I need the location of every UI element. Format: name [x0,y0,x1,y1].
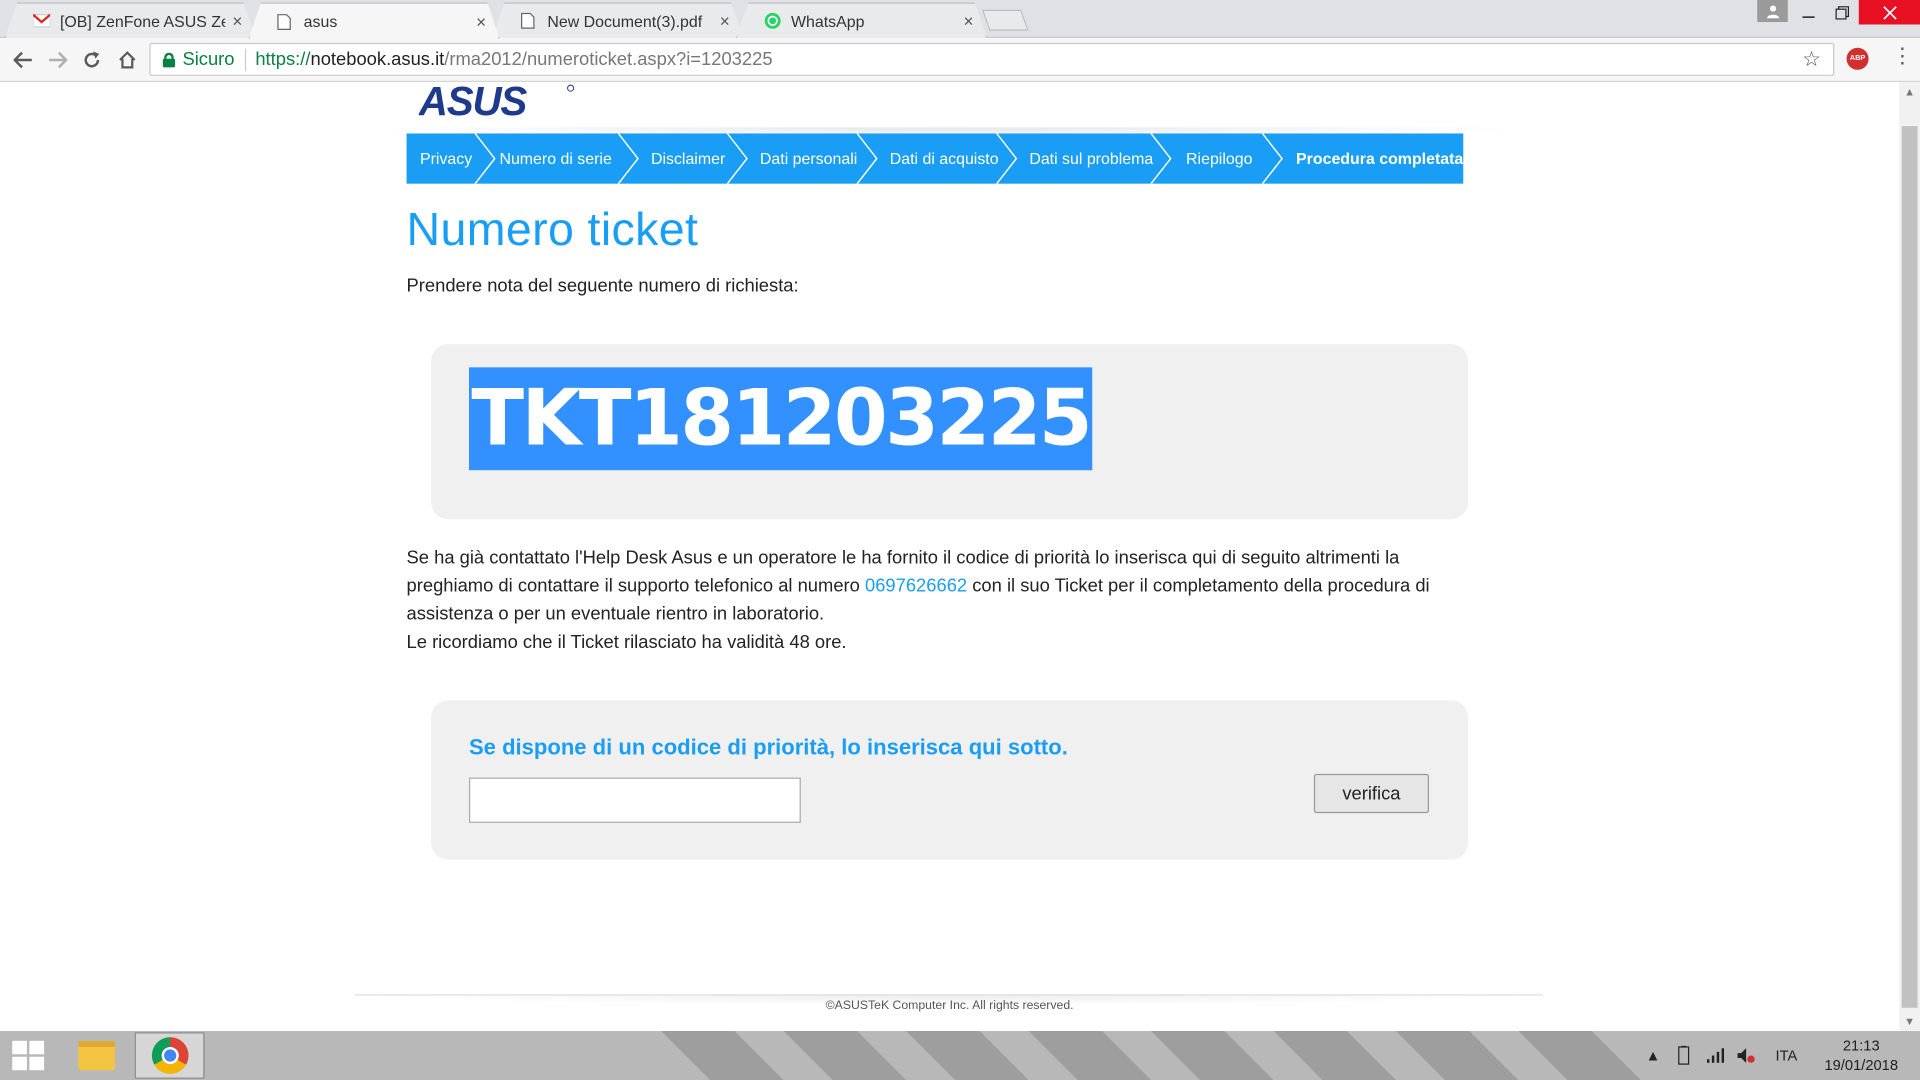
page-icon [277,13,294,30]
windows-start-icon[interactable] [12,1040,46,1073]
secure-label: Sicuro [182,48,235,70]
taskbar-decoration [1395,1031,1519,1080]
close-icon[interactable]: × [476,12,486,32]
minimize-icon[interactable] [1794,0,1823,24]
help-paragraph: Se ha già contattato l'Help Desk Asus e … [407,544,1472,657]
windows-taskbar: ▲ ITA 21:13 19/01/2018 [0,1031,1920,1080]
clock-time: 21:13 [1842,1037,1880,1055]
priority-code-input[interactable] [468,777,801,823]
step-label: Dati di acquisto [889,149,999,168]
tab-label: asus [303,12,338,31]
tab-label: New Document(3).pdf [547,11,703,31]
logo-text: ASUS [419,82,528,121]
tab-label: [OB] ZenFone ASUS Zen [60,11,226,31]
signal-icon[interactable] [1706,1031,1725,1080]
lock-icon [162,52,176,67]
scroll-up-icon[interactable]: ▲ [1904,86,1915,98]
verify-button[interactable]: verifica [1313,773,1429,814]
step-purchase-data: Dati di acquisto [879,133,999,183]
phone-link[interactable]: 0697626662 [865,576,967,597]
language-indicator[interactable]: ITA [1776,1031,1798,1080]
validity-text: Le ricordiamo che il Ticket rilasciato h… [406,631,847,653]
tab-pdf[interactable]: New Document(3).pdf × [492,2,743,38]
user-icon[interactable] [1757,0,1788,23]
step-label: Numero di serie [499,149,612,168]
asus-logo: ASUS [418,82,576,127]
clock[interactable]: 21:13 19/01/2018 [1812,1036,1910,1075]
priority-title: Se dispone di un codice di priorità, lo … [468,734,1068,760]
whatsapp-icon [764,12,781,29]
tab-whatsapp[interactable]: WhatsApp × [736,2,987,38]
tab-gmail[interactable]: [OB] ZenFone ASUS Zen × [5,2,256,38]
step-privacy: Privacy [407,133,473,183]
step-serial: Numero di serie [497,133,615,183]
page-title: Numero ticket [406,204,699,256]
scrollbar[interactable]: ▲ ▼ [1899,82,1920,1032]
address-bar[interactable]: Sicuro https://notebook.asus.it/rma2012/… [149,42,1835,76]
taskbar-decoration [906,1031,1029,1080]
step-disclaimer: Disclaimer [640,133,726,183]
taskbar-decoration [1273,1031,1396,1080]
step-separator-icon [617,133,639,184]
step-label: Procedura completata [1296,149,1464,168]
show-hidden-icons-icon[interactable]: ▲ [1646,1031,1661,1080]
chrome-taskbar-icon[interactable] [134,1032,205,1079]
adblock-icon[interactable]: ABP [1846,47,1869,70]
step-separator-icon [1262,133,1284,184]
taskbar-decoration [1028,1031,1152,1080]
url-path: /rma2012/numeroticket.aspx?i=1203225 [444,48,773,70]
copyright: ©ASUSTeK Computer Inc. All rights reserv… [825,999,1074,1013]
gmail-icon [33,12,50,29]
scroll-down-icon[interactable]: ▼ [1904,1015,1915,1027]
volume-muted-icon[interactable] [1736,1031,1756,1080]
intro-text: Prendere nota del seguente numero di ric… [406,275,799,297]
menu-dots-icon[interactable]: ⋮ [1892,44,1913,68]
taskbar-decoration [661,1031,784,1080]
close-window-icon[interactable] [1858,0,1920,25]
ticket-box: TKT181203225 [431,344,1469,520]
close-icon[interactable]: × [720,11,730,31]
file-explorer-icon[interactable] [61,1032,131,1079]
url-scheme: https:// [255,48,311,70]
progress-steps: Privacy Numero di serie Disclaimer Dati … [406,133,1464,184]
step-separator-icon [856,133,878,184]
scroll-thumb[interactable] [1901,126,1918,1008]
step-summary: Riepilogo [1173,133,1261,183]
step-personal-data: Dati personali [749,133,858,183]
page-icon [520,12,537,29]
home-icon[interactable] [114,47,141,74]
browser-tab-strip: [OB] ZenFone ASUS Zen × asus × New Docum… [0,0,1920,38]
tab-asus[interactable]: asus × [249,2,500,39]
step-separator-icon [474,133,496,184]
reload-icon[interactable] [78,47,105,74]
url-host: notebook.asus.it [310,48,445,70]
close-icon[interactable]: × [963,11,973,31]
clock-date: 19/01/2018 [1824,1056,1899,1074]
taskbar-decoration [1518,1031,1641,1080]
step-label: Dati personali [759,149,858,168]
battery-icon[interactable] [1675,1031,1692,1080]
step-label: Riepilogo [1186,149,1253,168]
browser-toolbar: Sicuro https://notebook.asus.it/rma2012/… [0,37,1920,83]
restore-icon[interactable] [1827,0,1856,24]
step-problem-data: Dati sul problema [1018,133,1153,183]
step-completed: Procedura completata [1285,133,1463,183]
bookmark-star-icon[interactable]: ☆ [1802,48,1821,72]
step-separator-icon [726,133,748,184]
priority-code-box: Se dispone di un codice di priorità, lo … [431,700,1469,860]
taskbar-decoration [783,1031,907,1080]
tab-label: WhatsApp [791,11,865,31]
step-label: Privacy [420,149,473,168]
back-arrow-icon[interactable] [10,47,37,74]
taskbar-decoration [1151,1031,1274,1080]
page-viewport: ASUS Privacy Numero di serie Disclaimer … [0,82,1900,1032]
new-tab-button[interactable] [981,9,1029,31]
forward-arrow-icon[interactable] [44,47,71,74]
step-label: Disclaimer [650,149,726,168]
ticket-number[interactable]: TKT181203225 [468,367,1093,471]
close-icon[interactable]: × [232,11,242,31]
step-label: Dati sul problema [1029,149,1154,168]
omnibox-divider [244,48,246,71]
